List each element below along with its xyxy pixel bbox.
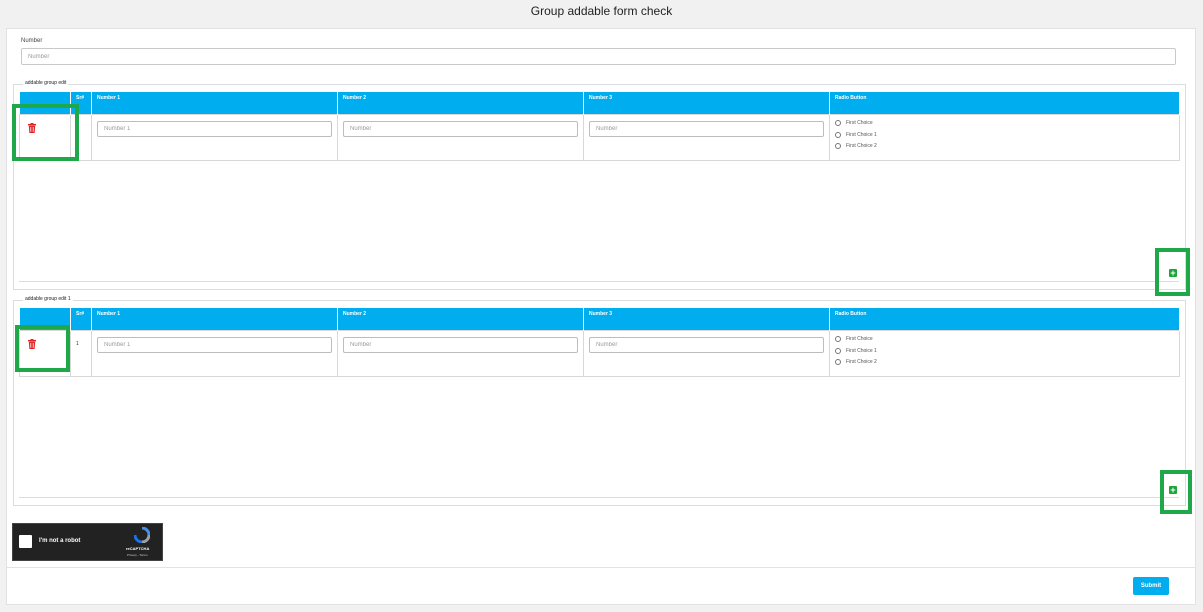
row-number-1-cell	[91, 113, 338, 161]
number-2-input[interactable]	[343, 120, 578, 137]
radio-option-label: First Choice 1	[846, 131, 877, 138]
footer-divider	[7, 567, 1195, 568]
highlight-box	[1160, 470, 1192, 514]
number-1-input[interactable]	[97, 120, 332, 137]
submit-button[interactable]: Submit	[1133, 577, 1169, 595]
radio-circle[interactable]	[835, 336, 841, 343]
recaptcha-label: I'm not a robot	[39, 538, 81, 544]
recaptcha-brand: reCAPTCHA	[126, 546, 150, 551]
number-3-input[interactable]	[589, 336, 824, 353]
row-number-1-cell	[91, 329, 338, 377]
row-sr: 1	[70, 329, 92, 377]
addable-group-2: addable group edit 1 Sr# Number 1 Number…	[13, 296, 1186, 506]
table-row: 1 First Choice First Choice 1 First Choi…	[19, 329, 1180, 377]
group-divider	[19, 497, 1179, 498]
table-row: First Choice First Choice 1 First Choice…	[19, 113, 1180, 161]
row-radio-cell: First Choice First Choice 1 First Choice…	[829, 113, 1180, 161]
group-table: Sr# Number 1 Number 2 Number 3 Radio But…	[19, 308, 1180, 377]
highlight-box	[12, 104, 79, 161]
form-card: Number addable group edit Sr# Number 1 N…	[6, 28, 1196, 605]
group-legend: addable group edit 1	[23, 296, 73, 302]
recaptcha-widget: I'm not a robot reCAPTCHA Privacy - Term…	[12, 523, 163, 561]
table-header-radio-button: Radio Button	[829, 308, 1180, 330]
row-number-3-cell	[583, 113, 830, 161]
number-label: Number	[21, 38, 43, 44]
radio-circle[interactable]	[835, 359, 841, 366]
table-header-number-1: Number 1	[91, 308, 338, 330]
radio-circle[interactable]	[835, 143, 841, 150]
radio-option[interactable]: First Choice	[835, 334, 1174, 346]
radio-option[interactable]: First Choice	[835, 118, 1174, 130]
radio-option[interactable]: First Choice 2	[835, 141, 1174, 153]
group-legend: addable group edit	[23, 80, 69, 86]
table-header-number-3: Number 3	[583, 308, 830, 330]
recaptcha-links[interactable]: Privacy - Terms	[127, 553, 148, 557]
highlight-box	[15, 325, 70, 372]
table-header-number-1: Number 1	[91, 92, 338, 114]
radio-option-label: First Choice 2	[846, 359, 877, 366]
table-header-number-2: Number 2	[337, 92, 584, 114]
group-table: Sr# Number 1 Number 2 Number 3 Radio But…	[19, 92, 1180, 161]
table-header-number-2: Number 2	[337, 308, 584, 330]
row-radio-cell: First Choice First Choice 1 First Choice…	[829, 329, 1180, 377]
radio-circle[interactable]	[835, 347, 841, 354]
radio-option[interactable]: First Choice 1	[835, 129, 1174, 141]
number-2-input[interactable]	[343, 336, 578, 353]
radio-option[interactable]: First Choice 1	[835, 345, 1174, 357]
recaptcha-checkbox[interactable]	[19, 535, 32, 548]
page-title: Group addable form check	[530, 4, 673, 18]
radio-circle[interactable]	[835, 131, 841, 138]
radio-option-label: First Choice 2	[846, 143, 877, 150]
row-number-2-cell	[337, 329, 584, 377]
highlight-box	[1155, 248, 1190, 296]
recaptcha-logo-icon	[134, 527, 150, 543]
table-header-sr: Sr#	[70, 308, 92, 330]
table-header-radio-button: Radio Button	[829, 92, 1180, 114]
radio-option-label: First Choice 1	[846, 347, 877, 354]
number-1-input[interactable]	[97, 336, 332, 353]
row-number-3-cell	[583, 329, 830, 377]
radio-circle[interactable]	[835, 120, 841, 127]
number-3-input[interactable]	[589, 120, 824, 137]
radio-option-label: First Choice	[846, 336, 873, 343]
radio-option-label: First Choice	[846, 120, 873, 127]
row-number-2-cell	[337, 113, 584, 161]
addable-group-1: addable group edit Sr# Number 1 Number 2…	[13, 80, 1186, 290]
number-input[interactable]	[21, 48, 1176, 65]
group-divider	[19, 281, 1179, 282]
radio-option[interactable]: First Choice 2	[835, 357, 1174, 369]
table-header-number-3: Number 3	[583, 92, 830, 114]
